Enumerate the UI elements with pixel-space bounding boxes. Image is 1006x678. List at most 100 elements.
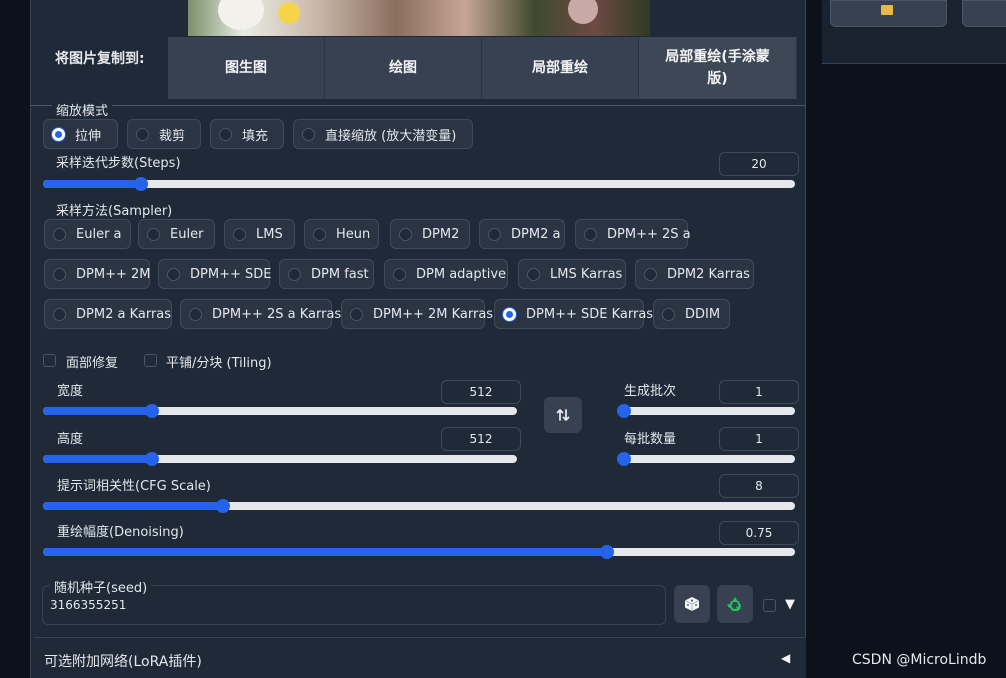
slider-thumb[interactable] <box>600 545 614 559</box>
radio-icon <box>302 127 315 141</box>
radio-icon <box>350 307 363 321</box>
slider-thumb[interactable] <box>617 452 631 466</box>
sampler-option[interactable]: Euler a <box>44 219 131 249</box>
width-label: 宽度 <box>57 384 84 399</box>
swap-dimensions-button[interactable] <box>544 397 582 433</box>
width-input[interactable]: 512 <box>441 380 521 404</box>
copy-to-inpaint-button[interactable]: 局部重绘 <box>482 37 639 99</box>
radio-icon <box>488 227 501 241</box>
steps-slider[interactable] <box>43 177 795 191</box>
face-restore-label: 面部修复 <box>66 356 119 371</box>
height-slider[interactable] <box>43 452 517 466</box>
cfg-slider[interactable] <box>43 499 795 513</box>
option-label: DPM fast <box>311 266 369 282</box>
sampler-option[interactable]: DPM++ 2S a Karras <box>180 299 341 329</box>
seed-value[interactable]: 3166355251 <box>50 598 126 612</box>
option-label: DPM++ 2M Karras <box>373 306 494 322</box>
slider-thumb[interactable] <box>216 499 230 513</box>
width-slider[interactable] <box>43 404 517 418</box>
extra-seed-checkbox[interactable] <box>763 599 776 612</box>
batch-count-input[interactable]: 1 <box>719 380 799 404</box>
slider-thumb[interactable] <box>617 404 631 418</box>
radio-icon <box>136 127 149 141</box>
folder-icon <box>881 5 893 15</box>
sampler-option[interactable]: DPM2 <box>390 219 470 249</box>
open-folder-button[interactable] <box>830 0 947 27</box>
batch-size-input[interactable]: 1 <box>719 427 799 451</box>
denoising-input[interactable]: 0.75 <box>719 521 799 545</box>
copy-to-sketch-button[interactable]: 绘图 <box>325 37 482 99</box>
option-label: DPM++ 2M <box>76 266 151 282</box>
swap-icon <box>556 409 570 421</box>
slider-thumb[interactable] <box>134 177 148 191</box>
radio-icon <box>393 267 406 281</box>
batch-size-slider[interactable] <box>617 452 795 466</box>
batch-count-slider[interactable] <box>617 404 795 418</box>
option-label: DPM++ 2S a Karras <box>212 306 342 322</box>
radio-icon <box>53 267 66 281</box>
resize-option-crop[interactable]: 裁剪 <box>127 119 201 149</box>
cfg-input[interactable]: 8 <box>719 474 799 498</box>
sampler-option[interactable]: DPM2 a <box>479 219 565 249</box>
tiling-label: 平铺/分块 (Tiling) <box>166 356 272 371</box>
radio-icon <box>644 267 657 281</box>
sampler-option[interactable]: DPM++ SDE Karras <box>494 299 653 329</box>
sampler-option[interactable]: LMS <box>224 219 295 249</box>
radio-selected-icon <box>52 127 65 141</box>
radio-icon <box>147 227 160 241</box>
option-label: LMS <box>256 226 283 242</box>
sampler-option[interactable]: DPM++ SDE <box>158 259 272 289</box>
triangle-down-icon[interactable]: ▼ <box>785 597 795 612</box>
sampler-option[interactable]: LMS Karras <box>518 259 626 289</box>
option-label: DPM++ SDE <box>190 266 272 282</box>
option-label: Heun <box>336 226 371 242</box>
sampler-option[interactable]: DPM2 Karras <box>635 259 754 289</box>
height-input[interactable]: 512 <box>441 427 521 451</box>
radio-selected-icon <box>503 307 516 321</box>
sampler-label: 采样方法(Sampler) <box>56 204 173 219</box>
resize-option-fill[interactable]: 填充 <box>210 119 284 149</box>
copy-to-inpaint-sketch-button[interactable]: 局部重绘(手涂蒙 版) <box>639 37 797 99</box>
sampler-option[interactable]: DPM2 a Karras <box>44 299 172 329</box>
option-label: DDIM <box>685 306 721 322</box>
radio-icon <box>527 267 540 281</box>
sampler-option[interactable]: Heun <box>304 219 379 249</box>
reuse-seed-button[interactable] <box>717 585 753 623</box>
lora-label: 可选附加网络(LoRA插件) <box>44 654 202 670</box>
copy-to-img2img-button[interactable]: 图生图 <box>168 37 325 99</box>
toolbar-button[interactable] <box>962 0 1006 27</box>
option-label: LMS Karras <box>550 266 623 282</box>
tiling-checkbox[interactable] <box>144 354 157 367</box>
sampler-option[interactable]: DPM++ 2M <box>44 259 150 289</box>
option-label: 填充 <box>242 128 269 144</box>
slider-thumb[interactable] <box>145 452 159 466</box>
resize-option-latent[interactable]: 直接缩放 (放大潜变量) <box>293 119 473 149</box>
slider-fill <box>43 548 607 556</box>
resize-option-stretch[interactable]: 拉伸 <box>43 119 118 149</box>
lora-accordion[interactable]: 可选附加网络(LoRA插件) ◀ <box>34 637 806 678</box>
slider-fill <box>43 502 223 510</box>
sampler-option[interactable]: DPM adaptive <box>384 259 508 289</box>
radio-icon <box>399 227 412 241</box>
watermark: CSDN @MicroLindb <box>852 652 987 668</box>
radio-icon <box>233 227 246 241</box>
radio-icon <box>189 307 202 321</box>
option-label: 裁剪 <box>159 128 186 144</box>
sampler-option[interactable]: DPM fast <box>279 259 374 289</box>
sampler-option[interactable]: Euler <box>138 219 215 249</box>
cfg-label: 提示词相关性(CFG Scale) <box>57 479 211 494</box>
steps-input[interactable]: 20 <box>719 152 799 176</box>
copy-to-label: 将图片复制到: <box>55 51 145 67</box>
sampler-option[interactable]: DDIM <box>653 299 730 329</box>
face-restore-checkbox[interactable] <box>43 354 56 367</box>
radio-icon <box>288 267 301 281</box>
sampler-option[interactable]: DPM++ 2S a <box>575 219 691 249</box>
option-label: DPM2 <box>422 226 460 242</box>
random-seed-button[interactable] <box>674 585 710 623</box>
denoising-slider[interactable] <box>43 545 795 559</box>
copy-to-inpaint-sketch-label-1: 局部重绘(手涂蒙 <box>665 49 770 65</box>
slider-thumb[interactable] <box>145 404 159 418</box>
seed-label: 随机种子(seed) <box>50 577 152 596</box>
sampler-option[interactable]: DPM++ 2M Karras <box>341 299 493 329</box>
slider-fill <box>43 180 141 188</box>
